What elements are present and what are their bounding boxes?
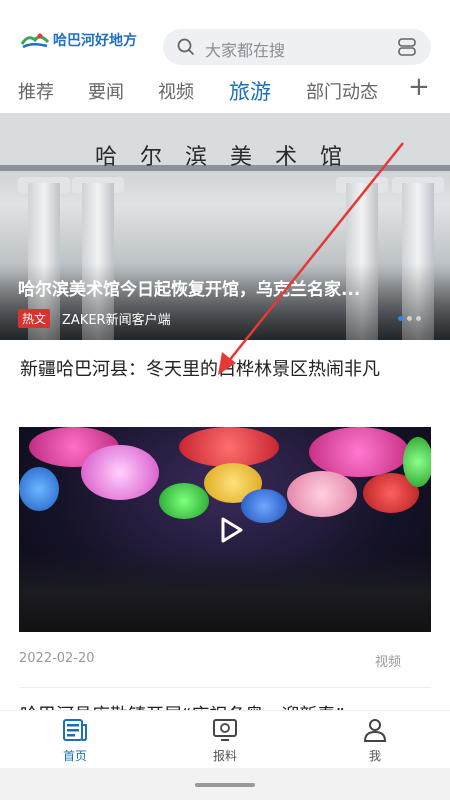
nav-home-label: 首页	[62, 749, 87, 763]
article-date: 2022-02-20	[19, 651, 95, 666]
carousel-dot	[416, 316, 421, 321]
nav-home[interactable]: 首页	[45, 717, 105, 764]
carousel-dot	[398, 316, 403, 321]
video-thumbnail[interactable]	[19, 427, 431, 632]
lantern	[81, 445, 159, 500]
tab-department-news[interactable]: 部门动态	[306, 78, 378, 104]
nav-report-label: 报料	[212, 749, 237, 763]
bottom-nav: 首页 报料 我	[0, 710, 450, 768]
search-icon	[177, 38, 195, 56]
logo-icon	[20, 33, 50, 49]
lantern	[241, 489, 287, 523]
lantern	[159, 483, 209, 519]
home-news-icon	[63, 719, 87, 741]
hot-badge: 热文	[18, 309, 51, 328]
lantern	[287, 471, 357, 517]
hero-source: ZAKER新闻客户端	[62, 313, 171, 328]
search-bar[interactable]: 大家都在搜	[163, 29, 431, 65]
lantern	[403, 437, 431, 487]
hero-title[interactable]: 哈尔滨美术馆今日起恢复开馆，乌克兰名家...	[18, 275, 360, 300]
tab-news[interactable]: 要闻	[88, 78, 124, 104]
article-type: 视频	[375, 655, 402, 670]
report-icon	[213, 719, 237, 741]
app-header: 哈巴河好地方 大家都在搜	[0, 0, 450, 70]
app-name: 哈巴河好地方	[53, 33, 137, 49]
carousel-indicator	[398, 316, 421, 321]
search-placeholder: 大家都在搜	[205, 41, 286, 60]
tab-travel[interactable]: 旅游	[229, 76, 271, 106]
add-tab-button[interactable]: +	[408, 72, 430, 102]
article-title[interactable]: 新疆哈巴河县：冬天里的白桦林景区热闹非凡	[20, 356, 432, 383]
nav-me[interactable]: 我	[345, 717, 405, 764]
carousel-dot	[407, 316, 412, 321]
system-nav-bar	[0, 768, 450, 800]
home-indicator[interactable]	[195, 783, 255, 787]
scan-icon[interactable]	[397, 37, 417, 57]
lantern	[179, 427, 279, 467]
nav-me-label: 我	[368, 749, 381, 763]
hero-building-sign: 哈尔滨美术馆	[95, 145, 366, 170]
lantern	[19, 467, 59, 511]
divider	[19, 687, 431, 688]
hero-carousel[interactable]: 哈尔滨美术馆 哈尔滨美术馆今日起恢复开馆，乌克兰名家... 热文 ZAKER新闻…	[0, 113, 450, 340]
app-logo[interactable]: 哈巴河好地方	[20, 30, 137, 50]
lantern	[309, 427, 409, 477]
tab-video[interactable]: 视频	[158, 78, 194, 104]
tab-recommend[interactable]: 推荐	[18, 78, 54, 104]
nav-report[interactable]: 报料	[195, 717, 255, 764]
play-icon[interactable]	[216, 515, 246, 545]
channel-tabs: 推荐 要闻 视频 旅游 部门动态 +	[0, 70, 450, 110]
crowd-silhouette	[19, 552, 431, 632]
profile-icon	[363, 719, 387, 742]
